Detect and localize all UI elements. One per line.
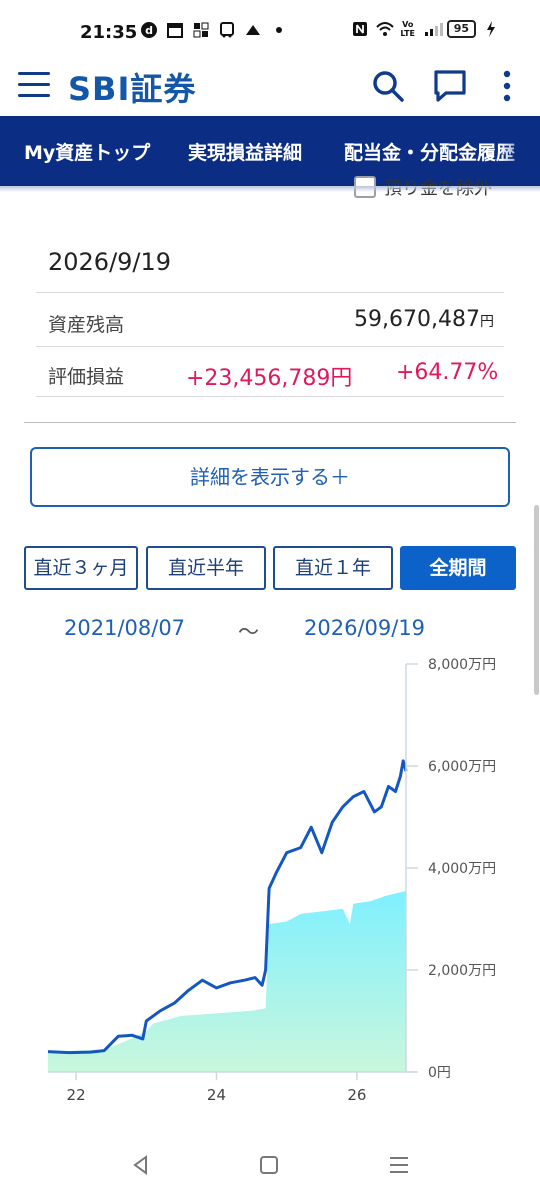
- charging-icon: [482, 20, 500, 38]
- dot-icon: [270, 21, 288, 39]
- balance-label: 資産残高: [48, 314, 125, 336]
- cloud-icon: [244, 21, 262, 39]
- status-left-icons: d: [140, 21, 288, 39]
- sbi-logo[interactable]: SBI証券: [68, 64, 196, 110]
- divider: [36, 346, 504, 347]
- divider: [36, 396, 504, 397]
- tab-dividend-history[interactable]: 配当金・分配金履歴: [344, 138, 515, 165]
- back-icon[interactable]: [126, 1150, 156, 1180]
- x-tick-label: 26: [347, 1086, 366, 1104]
- y-tick-label: 0円: [428, 1065, 451, 1081]
- range-separator: 〜: [238, 620, 259, 644]
- deposit-area: [48, 890, 406, 1072]
- y-tick-label: 4,000万円: [428, 861, 496, 877]
- section-divider: [24, 422, 516, 423]
- battery-indicator: 95: [446, 20, 476, 38]
- search-icon[interactable]: [370, 68, 406, 104]
- range-start: 2021/08/07: [64, 616, 186, 640]
- balance-amount: 59,670,487: [354, 307, 480, 332]
- nav-shadow: [0, 186, 540, 192]
- period-all[interactable]: 全期間: [400, 546, 516, 590]
- status-time: 21:35: [80, 22, 138, 43]
- signal-icon: [423, 20, 443, 38]
- d-icon: d: [140, 21, 158, 39]
- more-vert-icon[interactable]: [494, 68, 520, 104]
- grid-icon: [192, 21, 210, 39]
- pl-value: +23,456,789円: [186, 366, 353, 391]
- status-bar: 21:35 d Vo LTE 95: [0, 0, 540, 56]
- volte-icon: Vo LTE: [400, 20, 416, 38]
- recents-icon[interactable]: [384, 1150, 414, 1180]
- period-3-months[interactable]: 直近３ヶ月: [24, 546, 138, 590]
- status-right-icons: Vo LTE 95: [351, 20, 500, 38]
- balance-value: 59,670,487円: [354, 307, 494, 332]
- range-end: 2026/09/19: [304, 616, 426, 640]
- home-icon[interactable]: [254, 1150, 284, 1180]
- bus-icon: [218, 21, 236, 39]
- x-tick-label: 24: [207, 1086, 226, 1104]
- y-tick-label: 8,000万円: [428, 657, 496, 673]
- tab-my-asset-top[interactable]: My資産トップ: [24, 138, 150, 165]
- chat-icon[interactable]: [432, 68, 468, 104]
- calendar-icon: [166, 21, 184, 39]
- wifi-icon: [375, 20, 394, 38]
- screen: 21:35 d Vo LTE 95 SBI証券 My資産トップ 実現損益詳細 配…: [0, 0, 540, 1200]
- tab-realized-pl[interactable]: 実現損益詳細: [188, 138, 302, 165]
- app-bar: SBI証券: [0, 56, 540, 116]
- divider: [36, 292, 504, 293]
- y-tick-label: 6,000万円: [428, 759, 496, 775]
- summary-date: 2026/9/19: [48, 248, 172, 276]
- pl-percent: +64.77%: [396, 360, 499, 385]
- nfc-icon: [351, 20, 369, 38]
- asset-chart[interactable]: 0円 2,000万円 4,000万円 6,000万円 8,000万円 22 24 26: [0, 650, 540, 1120]
- menu-icon[interactable]: [18, 72, 50, 102]
- period-1-year[interactable]: 直近１年: [273, 546, 393, 590]
- balance-unit: 円: [479, 314, 494, 330]
- y-tick-label: 2,000万円: [428, 963, 496, 979]
- svg-text:d: d: [145, 24, 153, 37]
- x-tick-label: 22: [67, 1086, 86, 1104]
- show-details-button[interactable]: 詳細を表示する＋: [30, 447, 510, 507]
- scroll-indicator[interactable]: [534, 505, 539, 695]
- pl-label: 評価損益: [48, 366, 125, 388]
- period-half-year[interactable]: 直近半年: [146, 546, 266, 590]
- tab-fade: [500, 116, 540, 186]
- system-nav: [0, 1130, 540, 1200]
